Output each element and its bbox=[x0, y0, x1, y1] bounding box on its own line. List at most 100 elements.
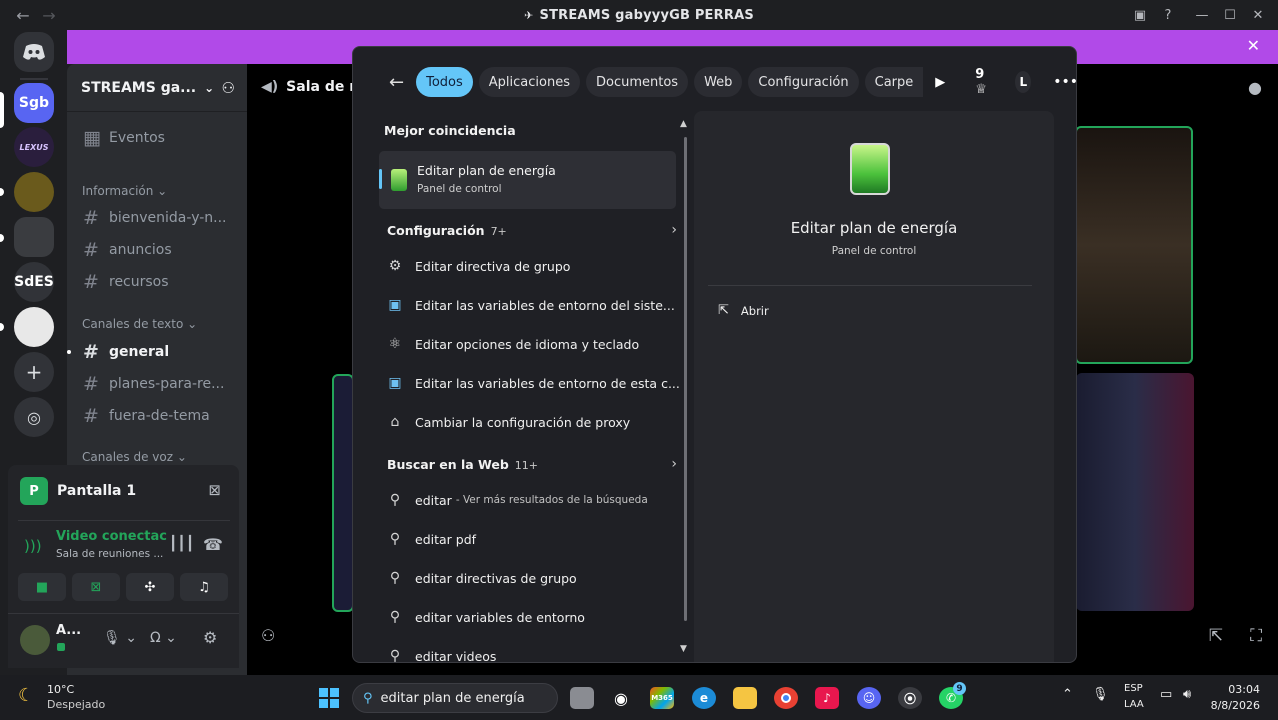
settings-section-header[interactable]: Configuración 7+ bbox=[387, 223, 507, 238]
rewards-points[interactable]: 9 ♕ bbox=[975, 67, 993, 97]
task-view-icon[interactable] bbox=[570, 687, 594, 709]
channel-planes[interactable]: # planes-para-re... bbox=[83, 373, 224, 395]
guild-header[interactable]: STREAMS ga... ⌄ ⚇ bbox=[67, 64, 247, 112]
volume-icon[interactable]: 🔊︎ bbox=[1183, 687, 1191, 702]
language-indicator[interactable]: ESP bbox=[1124, 683, 1143, 694]
back-arrow-icon[interactable]: ← bbox=[389, 72, 404, 93]
filter-carpetas[interactable]: Carpe bbox=[864, 67, 924, 97]
voice-status[interactable]: Video conectac bbox=[56, 529, 167, 544]
account-avatar[interactable]: L bbox=[1015, 71, 1032, 93]
weather-temp[interactable]: 10°C bbox=[47, 683, 74, 696]
channel-fuera-de-tema[interactable]: # fuera-de-tema bbox=[83, 405, 210, 427]
obs-icon[interactable]: ⦿ bbox=[898, 687, 922, 709]
best-match-result[interactable]: Editar plan de energía Panel de control bbox=[379, 151, 676, 209]
microphone-tray-icon[interactable]: 🎙︎ bbox=[1092, 687, 1109, 702]
server-lexus[interactable]: LEXUS bbox=[14, 127, 54, 167]
file-explorer-icon[interactable] bbox=[733, 687, 757, 709]
windows-start-icon[interactable] bbox=[317, 687, 341, 709]
chevron-up-icon[interactable]: ⌃ bbox=[1062, 687, 1073, 702]
chevron-right-icon[interactable]: › bbox=[671, 222, 677, 238]
events-item[interactable]: ▦ Eventos bbox=[83, 127, 165, 149]
add-person-icon[interactable]: ⚇ bbox=[261, 626, 275, 645]
filter-todos[interactable]: Todos bbox=[416, 67, 473, 97]
result-directiva-grupo[interactable]: ⚙ Editar directiva de grupo bbox=[385, 249, 681, 283]
server-road[interactable] bbox=[14, 217, 54, 257]
result-idioma-teclado[interactable]: ⚛ Editar opciones de idioma y teclado bbox=[385, 327, 681, 361]
help-icon[interactable]: ? bbox=[1154, 8, 1182, 23]
result-variables-sistema[interactable]: ▣ Editar las variables de entorno del sis… bbox=[385, 288, 681, 322]
clock-time[interactable]: 03:04 bbox=[1204, 683, 1260, 696]
web-result-pdf[interactable]: ⚲ editar pdf bbox=[385, 522, 681, 556]
more-options-icon[interactable]: ••• bbox=[1053, 74, 1076, 90]
camera-button[interactable]: ■ bbox=[18, 573, 66, 601]
soundboard-button[interactable]: ♫ bbox=[180, 573, 228, 601]
server-portrait[interactable] bbox=[14, 307, 54, 347]
filter-aplicaciones[interactable]: Aplicaciones bbox=[478, 67, 580, 97]
channel-anuncios[interactable]: # anuncios bbox=[83, 239, 172, 261]
discord-home-icon[interactable] bbox=[14, 32, 54, 72]
web-result-videos[interactable]: ⚲ editar videos bbox=[385, 639, 681, 662]
open-action[interactable]: ⇱ Abrir bbox=[718, 303, 769, 318]
network-icon[interactable]: ▭ bbox=[1160, 687, 1172, 702]
filter-configuracion[interactable]: Configuración bbox=[748, 67, 859, 97]
banner-close-icon[interactable]: ✕ bbox=[1247, 36, 1260, 55]
category-voice[interactable]: Canales de voz ⌄ bbox=[82, 450, 187, 464]
web-section-header[interactable]: Buscar en la Web 11+ bbox=[387, 457, 538, 472]
explore-servers-icon[interactable]: ◎ bbox=[14, 397, 54, 437]
chevron-right-icon[interactable]: › bbox=[671, 456, 677, 472]
channel-bienvenida[interactable]: # bienvenida-y-n... bbox=[83, 207, 227, 229]
screen-share-button[interactable]: ⊠ bbox=[72, 573, 120, 601]
preview-title: Editar plan de energía bbox=[790, 219, 958, 237]
m365-icon[interactable]: M365 bbox=[650, 687, 674, 709]
popout-icon[interactable]: ⇱ bbox=[1209, 626, 1223, 646]
video-tile-curtain[interactable] bbox=[1076, 373, 1194, 611]
scroll-up-icon[interactable]: ▲ bbox=[680, 119, 687, 129]
web-result-directivas[interactable]: ⚲ editar directivas de grupo bbox=[385, 561, 681, 595]
filter-web[interactable]: Web bbox=[694, 67, 743, 97]
settings-gear-icon[interactable]: ⚙ bbox=[203, 628, 217, 647]
maximize-button[interactable]: ☐ bbox=[1216, 8, 1244, 23]
server-sgb[interactable]: Sgb bbox=[14, 83, 54, 123]
activities-button[interactable]: ✣ bbox=[126, 573, 174, 601]
scroll-down-icon[interactable]: ▼ bbox=[680, 644, 687, 654]
chrome-icon[interactable] bbox=[774, 687, 798, 709]
edge-icon[interactable]: e bbox=[692, 687, 716, 709]
moon-weather-icon[interactable]: ☾ bbox=[18, 685, 34, 706]
add-server-button[interactable]: + bbox=[14, 352, 54, 392]
headphones-icon[interactable]: Ω ⌄ bbox=[150, 630, 177, 646]
user-avatar[interactable] bbox=[20, 625, 50, 655]
result-proxy[interactable]: ⌂ Cambiar la configuración de proxy bbox=[385, 405, 681, 439]
minimize-button[interactable]: — bbox=[1188, 8, 1216, 23]
close-window-button[interactable]: ✕ bbox=[1244, 8, 1272, 23]
results-scrollbar[interactable] bbox=[684, 137, 687, 621]
category-text[interactable]: Canales de texto ⌄ bbox=[82, 317, 197, 331]
server-sdes[interactable]: SdES bbox=[14, 262, 54, 302]
channel-general[interactable]: # general bbox=[83, 341, 169, 363]
voice-room[interactable]: Sala de reuniones ... bbox=[56, 548, 163, 560]
disconnect-icon[interactable]: ☎ bbox=[203, 535, 223, 554]
noise-suppression-icon[interactable]: ┃┃┃ bbox=[169, 536, 194, 552]
filter-documentos[interactable]: Documentos bbox=[585, 67, 689, 97]
category-info[interactable]: Información ⌄ bbox=[82, 184, 167, 198]
inbox-icon[interactable]: ▣ bbox=[1126, 8, 1154, 23]
invite-user-icon[interactable]: ⚇ bbox=[222, 79, 235, 97]
taskbar-search-input[interactable]: ⚲ editar plan de energía bbox=[352, 683, 558, 713]
user-name[interactable]: A... bbox=[56, 623, 81, 638]
result-variables-equipo[interactable]: ▣ Editar las variables de entorno de esta… bbox=[385, 366, 681, 400]
fullscreen-icon[interactable]: ⛶ bbox=[1250, 626, 1262, 646]
more-filters-play-icon[interactable]: ▶ bbox=[935, 75, 945, 90]
clock-date[interactable]: 8/8/2026 bbox=[1204, 699, 1260, 712]
tiktok-icon[interactable]: ♪ bbox=[815, 687, 839, 709]
stop-stream-icon[interactable]: ⊠ bbox=[208, 481, 221, 499]
copilot-icon[interactable]: ◉ bbox=[609, 687, 633, 709]
server-lion[interactable] bbox=[14, 172, 54, 212]
weather-desc[interactable]: Despejado bbox=[47, 698, 105, 711]
microphone-icon[interactable]: 🎙︎ ⌄ bbox=[103, 630, 137, 646]
web-result-editar[interactable]: ⚲ editar - Ver más resultados de la búsque… bbox=[385, 483, 681, 517]
discord-taskbar-icon[interactable]: ☺ bbox=[857, 687, 881, 709]
channel-recursos[interactable]: # recursos bbox=[83, 271, 169, 293]
video-tile-main[interactable] bbox=[332, 374, 354, 612]
web-result-variables[interactable]: ⚲ editar variables de entorno bbox=[385, 600, 681, 634]
video-tile-kitchen[interactable] bbox=[1075, 126, 1193, 364]
chat-bubble-icon[interactable]: ● bbox=[1248, 78, 1262, 97]
